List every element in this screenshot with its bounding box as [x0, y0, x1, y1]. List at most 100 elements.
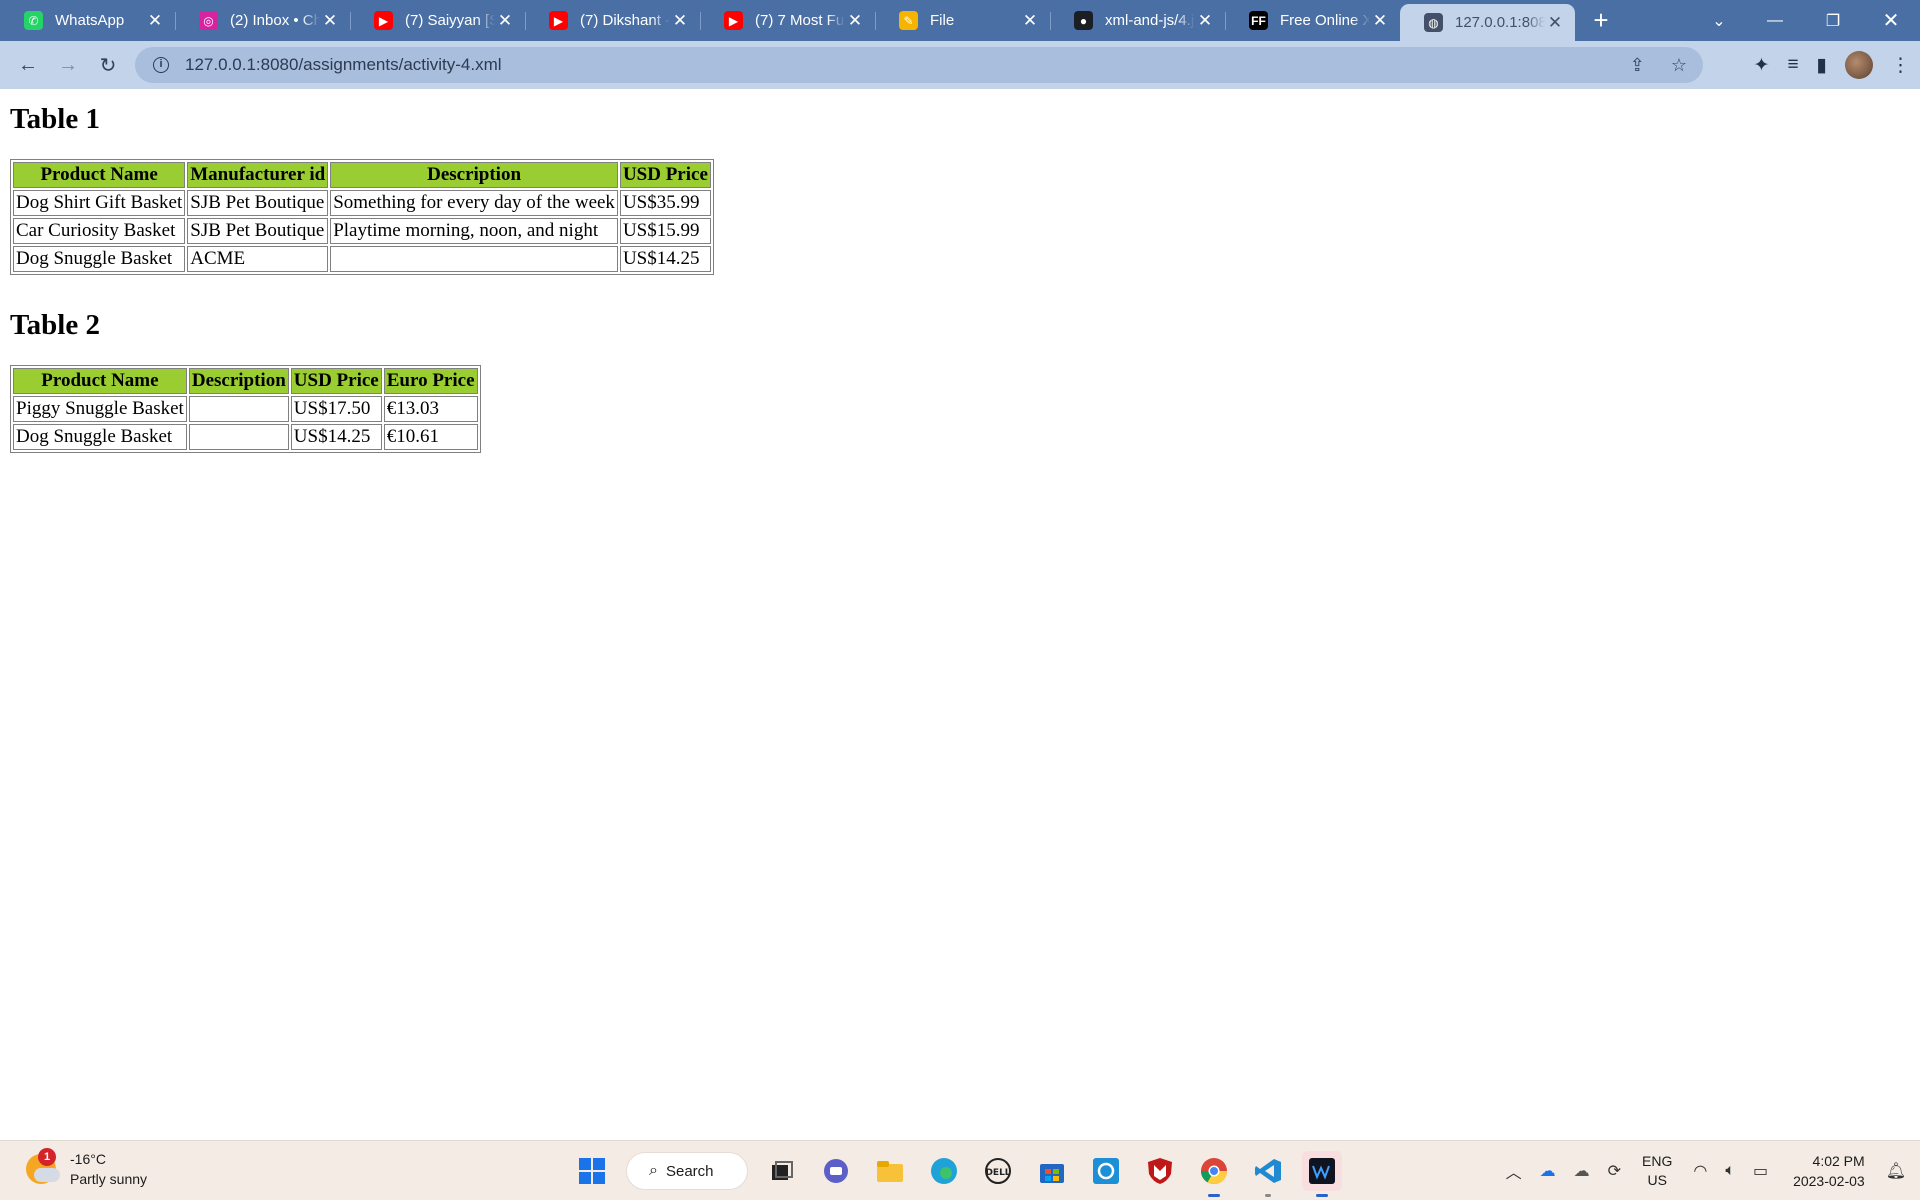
youtube-icon: ▶ — [549, 11, 568, 30]
column-header: Euro Price — [383, 368, 478, 394]
forward-arrow-icon[interactable]: → — [50, 47, 86, 83]
tab-close-icon[interactable]: ✕ — [1020, 11, 1040, 31]
table-cell: SJB Pet Boutique — [187, 218, 329, 244]
table1: Product Name Manufacturer id Description US… — [10, 159, 714, 275]
restore-icon[interactable]: ❐ — [1804, 0, 1862, 41]
battery-icon[interactable]: ▭ — [1753, 1161, 1768, 1181]
onedrive-cloud-icon[interactable]: ☁ — [1540, 1161, 1556, 1181]
wifi-icon[interactable]: ◠ — [1693, 1161, 1707, 1181]
tab-close-icon[interactable]: ✕ — [495, 11, 515, 31]
svg-text:DELL: DELL — [985, 1168, 1010, 1178]
windows-start-icon[interactable] — [572, 1151, 612, 1191]
browser-tab[interactable]: ◍ 127.0.0.1:8080/assign✕ — [1400, 4, 1575, 41]
table-cell: ACME — [187, 246, 329, 272]
minimize-icon[interactable]: — — [1746, 0, 1804, 41]
sync-icon[interactable]: ⟳ — [1608, 1161, 1621, 1181]
table-cell: US$15.99 — [619, 218, 711, 244]
table-cell — [188, 396, 289, 422]
tab-close-icon[interactable]: ✕ — [1545, 13, 1565, 33]
taskbar-search-label: Search — [665, 1162, 714, 1180]
browser-tab[interactable]: ▶ (7) Saiyyan [Slowed]✕ — [350, 0, 525, 41]
waves-audio-icon[interactable] — [1302, 1151, 1342, 1197]
column-header: USD Price — [290, 368, 382, 394]
alexa-app-icon[interactable] — [1086, 1151, 1126, 1191]
extensions-puzzle-icon[interactable]: ✦ — [1754, 54, 1770, 77]
tab-title: WhatsApp — [55, 12, 125, 29]
table-cell: US$17.50 — [290, 396, 382, 422]
tab-close-icon[interactable]: ✕ — [320, 11, 340, 31]
taskbar-search[interactable]: ⌕ Search — [626, 1152, 748, 1190]
tab-close-icon[interactable]: ✕ — [670, 11, 690, 31]
side-panel-icon[interactable]: ▮ — [1817, 54, 1827, 77]
tab-list: ✆WhatsApp✕◎(2) Inbox • Chats✕▶(7) Saiyya… — [0, 0, 1575, 41]
tab-strip: ✆WhatsApp✕◎(2) Inbox • Chats✕▶(7) Saiyya… — [0, 0, 1920, 41]
profile-avatar[interactable] — [1845, 51, 1873, 79]
tab-close-icon[interactable]: ✕ — [1370, 11, 1390, 31]
system-tray: ︿ ☁ ☁ ⟳ ENG US ◠ 🔈︎ ▭ 4:02 PM 2023-02-03… — [1497, 1141, 1920, 1201]
whatsapp-icon: ✆ — [24, 11, 43, 30]
vscode-icon[interactable] — [1248, 1151, 1288, 1197]
column-header: Description — [188, 368, 289, 394]
bookmark-star-icon[interactable]: ☆ — [1671, 55, 1687, 76]
tab-close-icon[interactable]: ✕ — [1195, 11, 1215, 31]
table-cell: Dog Snuggle Basket — [13, 424, 187, 450]
browser-toolbar: ← → ↻ i 127.0.0.1:8080/assignments/activ… — [0, 41, 1920, 89]
browser-tab[interactable]: ▶ (7) Dikshant - ...✕ — [525, 0, 700, 41]
task-view-icon[interactable] — [762, 1151, 802, 1191]
table-row: Dog Snuggle Basket ACME US$14.25 — [13, 246, 711, 272]
menu-kebab-icon[interactable]: ⋮ — [1891, 54, 1910, 77]
browser-tab[interactable]: ✆ WhatsApp ✕ — [0, 0, 175, 41]
clock[interactable]: 4:02 PM 2023-02-03 — [1793, 1151, 1865, 1191]
column-header: Product Name — [13, 368, 187, 394]
chrome-browser-icon[interactable] — [1194, 1151, 1234, 1197]
share-icon[interactable]: ⇪ — [1630, 55, 1645, 76]
cloud-icon — [34, 1168, 60, 1182]
taskbar: 1 -16°C Partly sunny ⌕ Search DELL ︿ ☁ ☁… — [0, 1140, 1920, 1200]
weather-badge: 1 — [38, 1148, 56, 1166]
omnibox-actions: ⇪ ☆ — [1630, 47, 1687, 83]
browser-tab[interactable]: ▶ (7) 7 Most Funny✕ — [700, 0, 875, 41]
table-header-row: Product Name Manufacturer id Description US… — [13, 162, 711, 188]
volume-icon[interactable]: 🔈︎ — [1725, 1162, 1735, 1180]
microsoft-store-icon[interactable] — [1032, 1151, 1072, 1191]
reload-icon[interactable]: ↻ — [90, 47, 126, 83]
edge-browser-icon[interactable] — [924, 1151, 964, 1191]
show-hidden-icons-chevron-icon[interactable]: ︿ — [1506, 1159, 1522, 1183]
taskbar-apps: ⌕ Search DELL — [572, 1151, 1342, 1197]
dell-icon[interactable]: DELL — [978, 1151, 1018, 1191]
table-cell: Something for every day of the week — [330, 190, 618, 216]
table-cell — [188, 424, 289, 450]
weather-text: -16°C Partly sunny — [70, 1149, 147, 1189]
language-indicator[interactable]: ENG US — [1642, 1152, 1672, 1190]
browser-tab[interactable]: ● xml-and-js/4.js ✕ — [1050, 0, 1225, 41]
tab-search-icon[interactable]: ⌄ — [1690, 0, 1748, 41]
language-code: ENG — [1642, 1153, 1673, 1169]
file-explorer-icon[interactable] — [870, 1151, 910, 1191]
browser-tab[interactable]: ◎ (2) Inbox • Chats✕ — [175, 0, 350, 41]
github-icon: ● — [1074, 11, 1093, 30]
weather-widget[interactable]: 1 -16°C Partly sunny — [26, 1148, 147, 1189]
ff-icon: FF — [1249, 11, 1268, 30]
address-bar[interactable]: i 127.0.0.1:8080/assignments/activity-4.… — [135, 47, 1703, 83]
media-controls-icon[interactable]: ≡ — [1787, 54, 1798, 76]
notification-bell-icon[interactable]: 🔔︎ — [1886, 1161, 1906, 1181]
close-window-icon[interactable]: ✕ — [1862, 0, 1920, 41]
address-text[interactable]: 127.0.0.1:8080/assignments/activity-4.xm… — [185, 55, 502, 75]
column-header: USD Price — [619, 162, 711, 188]
weather-condition: Partly sunny — [70, 1171, 148, 1187]
tab-close-icon[interactable]: ✕ — [845, 11, 865, 31]
tab-title: Free Online XSL — [1280, 12, 1370, 29]
clock-date: 2023-02-03 — [1793, 1173, 1865, 1189]
page-content: Table 1 Product Name Manufacturer id Descr… — [0, 89, 1920, 1140]
browser-tab[interactable]: FF Free Online XSL✕ — [1225, 0, 1400, 41]
mcafee-shield-icon[interactable] — [1140, 1151, 1180, 1191]
back-arrow-icon[interactable]: ← — [10, 47, 46, 83]
table-cell: Dog Shirt Gift Basket — [13, 190, 186, 216]
onedrive-personal-cloud-icon[interactable]: ☁ — [1574, 1161, 1590, 1181]
tab-close-icon[interactable]: ✕ — [145, 11, 165, 31]
browser-tab[interactable]: ✎ File ✕ — [875, 0, 1050, 41]
new-tab-button[interactable]: + — [1579, 0, 1623, 41]
teams-chat-icon[interactable] — [816, 1151, 856, 1191]
tab-title: xml-and-js/4.js — [1105, 12, 1195, 29]
site-info-icon[interactable]: i — [153, 57, 169, 73]
